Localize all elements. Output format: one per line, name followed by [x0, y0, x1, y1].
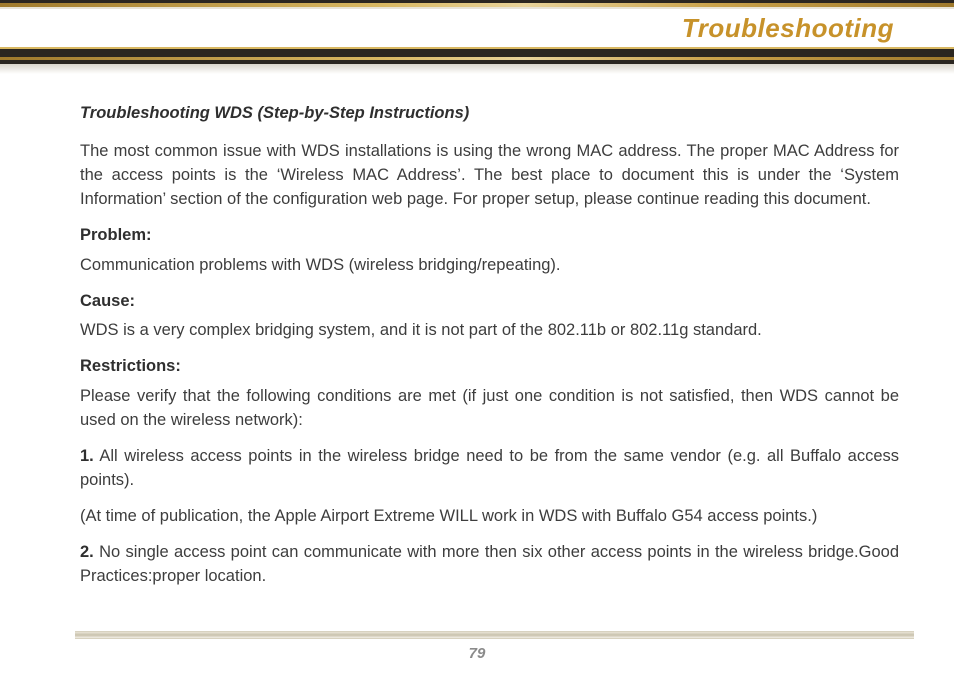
list-number-2: 2.: [80, 543, 94, 561]
page-header: Troubleshooting: [0, 0, 954, 74]
restrictions-label: Restrictions:: [80, 355, 899, 379]
page-title: Troubleshooting: [682, 13, 894, 44]
header-title-row: Troubleshooting: [0, 9, 954, 49]
list-item-1: 1. All wireless access points in the wir…: [80, 445, 899, 493]
list-item-2: 2. No single access point can communicat…: [80, 541, 899, 589]
intro-paragraph: The most common issue with WDS installat…: [80, 140, 899, 212]
cause-label: Cause:: [80, 290, 899, 314]
document-page: Troubleshooting Troubleshooting WDS (Ste…: [0, 0, 954, 682]
footer-rule: [75, 631, 914, 639]
restrictions-text: Please verify that the following conditi…: [80, 385, 899, 433]
header-fade: [0, 64, 954, 74]
cause-text: WDS is a very complex bridging system, a…: [80, 319, 899, 343]
page-number: 79: [0, 645, 954, 662]
page-footer: 79: [0, 631, 954, 682]
list-number-1: 1.: [80, 447, 94, 465]
list-text-1: All wireless access points in the wirele…: [80, 447, 899, 489]
header-stripe-dark-2: [0, 49, 954, 57]
problem-label: Problem:: [80, 224, 899, 248]
section-heading: Troubleshooting WDS (Step-by-Step Instru…: [80, 102, 899, 126]
problem-text: Communication problems with WDS (wireles…: [80, 254, 899, 278]
list-text-2: No single access point can communicate w…: [80, 543, 899, 585]
list-item-1-note: (At time of publication, the Apple Airpo…: [80, 505, 899, 529]
document-body: Troubleshooting WDS (Step-by-Step Instru…: [0, 74, 954, 611]
